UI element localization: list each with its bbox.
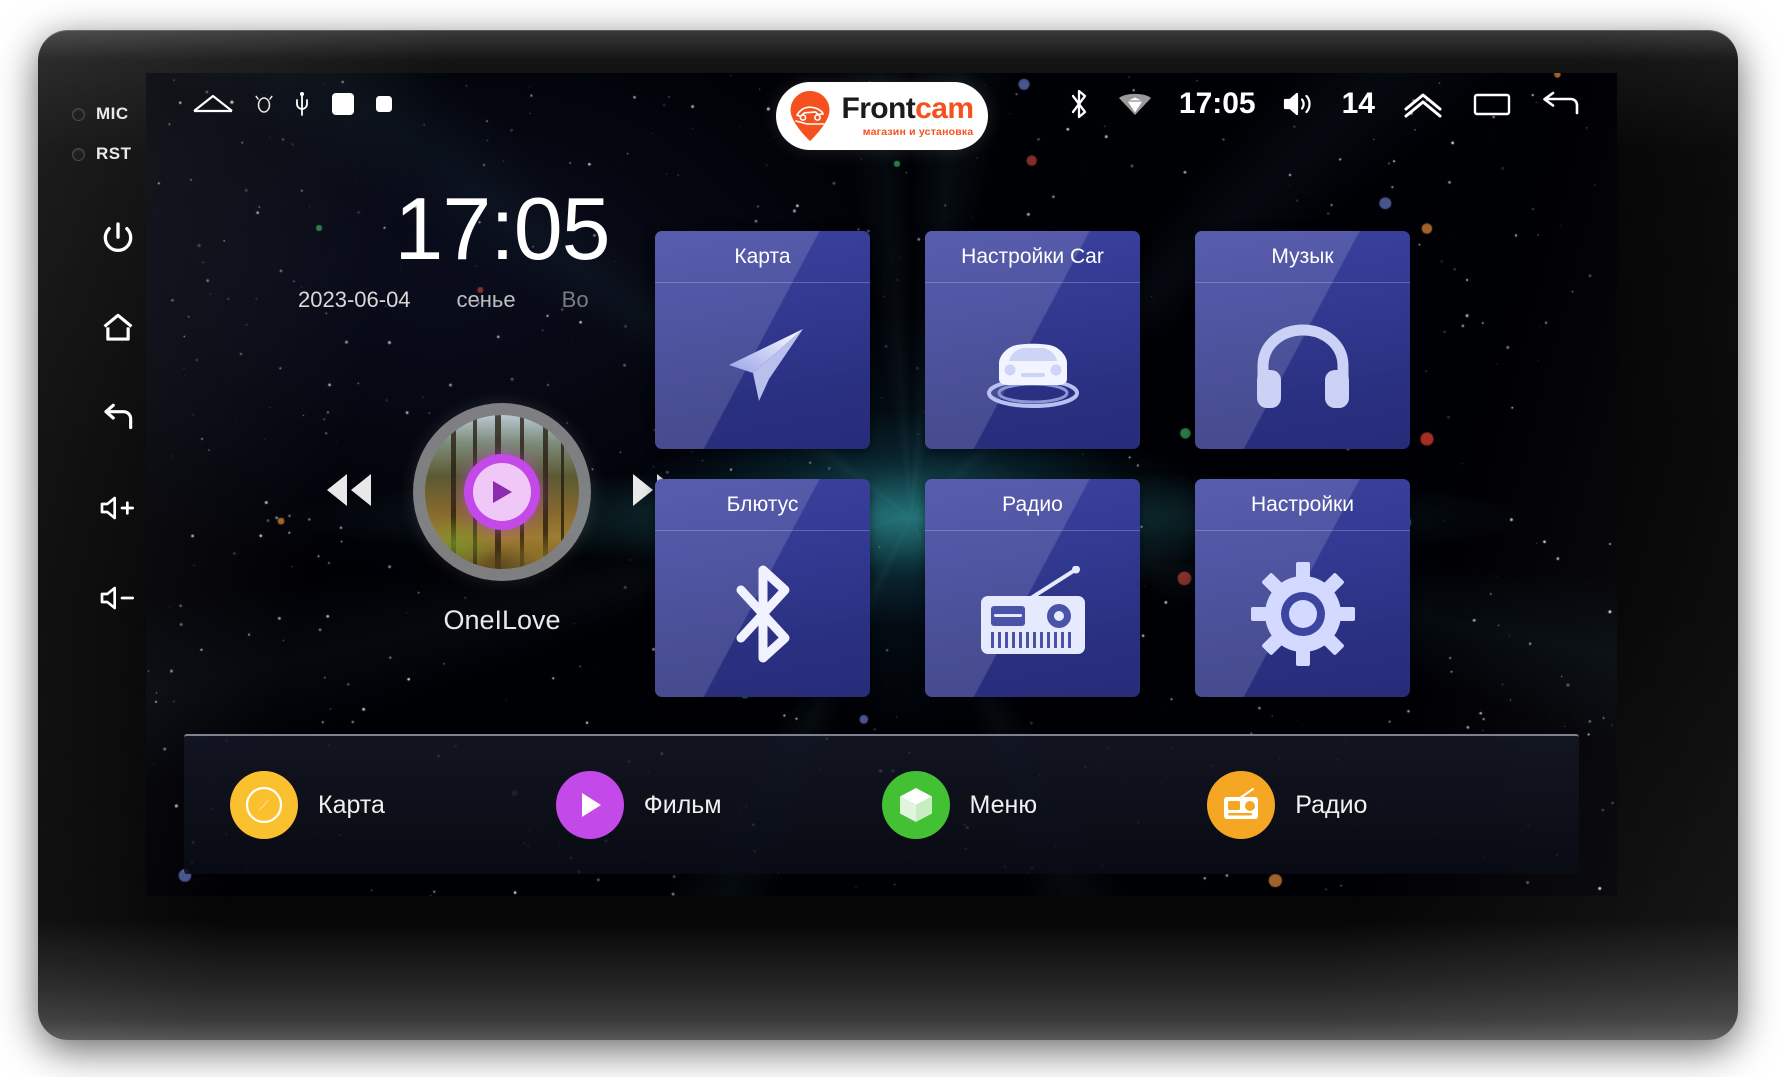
tile-label: Настройки	[1195, 479, 1410, 531]
mic-indicator: MIC	[72, 104, 129, 124]
bluetooth-icon[interactable]	[1067, 87, 1091, 121]
status-right-group: 17:05 14	[1067, 87, 1581, 121]
play-icon	[473, 463, 531, 521]
volume-icon[interactable]	[1282, 90, 1316, 118]
dock-label: Фильм	[643, 790, 722, 819]
tile-label: Музык	[1195, 231, 1410, 283]
tpms-glyph	[255, 95, 273, 113]
tile-bluetooth[interactable]: Блютус	[655, 479, 870, 697]
paper-plane-icon	[655, 283, 870, 449]
power-icon	[103, 222, 133, 252]
volume-level: 14	[1341, 87, 1375, 120]
back-arrow-icon	[104, 403, 133, 430]
device-chin	[38, 920, 1738, 1040]
brand-name-front: Front	[841, 92, 916, 126]
play-icon	[555, 771, 624, 839]
tile-label: Настройки Car	[925, 231, 1140, 283]
tile-car-settings[interactable]: Настройки Car	[925, 231, 1140, 449]
frontcam-pin-icon	[790, 91, 829, 141]
headphones-icon	[1195, 283, 1410, 449]
clock-weekday: сенье	[456, 287, 516, 312]
brand-tagline: магазин и установка	[862, 126, 974, 139]
clock-weekday-secondary: Во	[561, 287, 589, 312]
reset-label: RST	[96, 144, 132, 163]
volume-up-button[interactable]	[90, 480, 146, 536]
dock-item-menu[interactable]: Меню	[881, 771, 1208, 839]
reset-led-dot[interactable]	[72, 147, 85, 161]
forest-album-art	[425, 415, 579, 569]
home-button[interactable]	[90, 300, 146, 356]
dock-label: Радио	[1295, 790, 1368, 819]
mic-label: MIC	[96, 104, 129, 123]
tile-label: Карта	[655, 231, 870, 283]
back-button[interactable]	[90, 390, 146, 446]
brand-name-cam: cam	[915, 92, 974, 126]
tile-radio[interactable]: Радио	[925, 479, 1140, 697]
square-small-icon[interactable]	[375, 95, 393, 113]
volume-down-icon	[100, 586, 134, 610]
home-outline-icon[interactable]	[191, 89, 235, 119]
status-nav-left	[191, 89, 393, 119]
status-bar: Frontcam магазин и установка 17:05 14	[146, 73, 1617, 151]
clock-date-row: 2023-06-04 сенье Во	[292, 287, 712, 313]
recents-icon[interactable]	[1471, 89, 1513, 119]
frontcam-logo: Frontcam магазин и установка	[775, 82, 988, 150]
tile-label: Радио	[925, 479, 1140, 531]
app-dock: Карта Фильм Меню Радио	[184, 734, 1579, 874]
mic-led-dot	[72, 107, 85, 121]
square-filled-icon[interactable]	[331, 92, 355, 116]
tile-music[interactable]: Музык	[1195, 231, 1410, 449]
dock-label: Карта	[318, 790, 385, 819]
tile-map[interactable]: Карта	[655, 231, 870, 449]
gear-icon	[1195, 531, 1410, 697]
volume-up-icon	[100, 496, 134, 520]
radio-icon	[925, 531, 1140, 697]
wifi-icon[interactable]	[1117, 90, 1153, 118]
app-tile-grid: Карта Настройки Car Музык Блютус Радио Н…	[655, 231, 1410, 697]
rewind-icon[interactable]	[321, 468, 377, 517]
play-button[interactable]	[464, 454, 540, 530]
chevron-up-icon[interactable]	[1401, 89, 1445, 119]
dock-item-radio[interactable]: Радио	[1207, 771, 1533, 839]
tile-settings[interactable]: Настройки	[1195, 479, 1410, 697]
tile-label: Блютус	[655, 479, 870, 531]
player-controls-row	[321, 403, 683, 581]
head-unit-device: MIC RST Frontcam магазин и установка 17:…	[38, 30, 1738, 1040]
clock-date: 2023-06-04	[298, 287, 411, 312]
clock-widget[interactable]: 17:05 2023-06-04 сенье Во	[292, 185, 712, 313]
status-time: 17:05	[1178, 87, 1256, 120]
usb-icon[interactable]	[293, 91, 311, 117]
clock-time: 17:05	[394, 179, 610, 278]
back-arrow-icon[interactable]	[1539, 89, 1581, 119]
car-front-icon	[925, 283, 1140, 449]
wifi-glyph	[1118, 93, 1151, 115]
radio-icon	[1207, 771, 1276, 839]
dock-item-film[interactable]: Фильм	[555, 771, 882, 839]
house-icon	[103, 313, 133, 341]
album-art-ring[interactable]	[413, 403, 591, 581]
volume-down-button[interactable]	[90, 570, 146, 626]
reset-indicator[interactable]: RST	[72, 144, 132, 164]
compass-icon	[230, 771, 298, 839]
frontcam-wordmark: Frontcam магазин и установка	[841, 92, 975, 139]
track-title: OneILove	[443, 605, 561, 635]
touchscreen[interactable]: Frontcam магазин и установка 17:05 14 17…	[146, 73, 1617, 896]
dock-item-map[interactable]: Карта	[230, 771, 556, 839]
media-player-widget[interactable]: OneILove	[292, 403, 712, 636]
bluetooth-icon	[655, 531, 870, 697]
power-button[interactable]	[90, 210, 146, 266]
tpms-icon[interactable]	[255, 94, 273, 114]
dock-label: Меню	[969, 790, 1038, 819]
cube-icon	[881, 771, 950, 839]
